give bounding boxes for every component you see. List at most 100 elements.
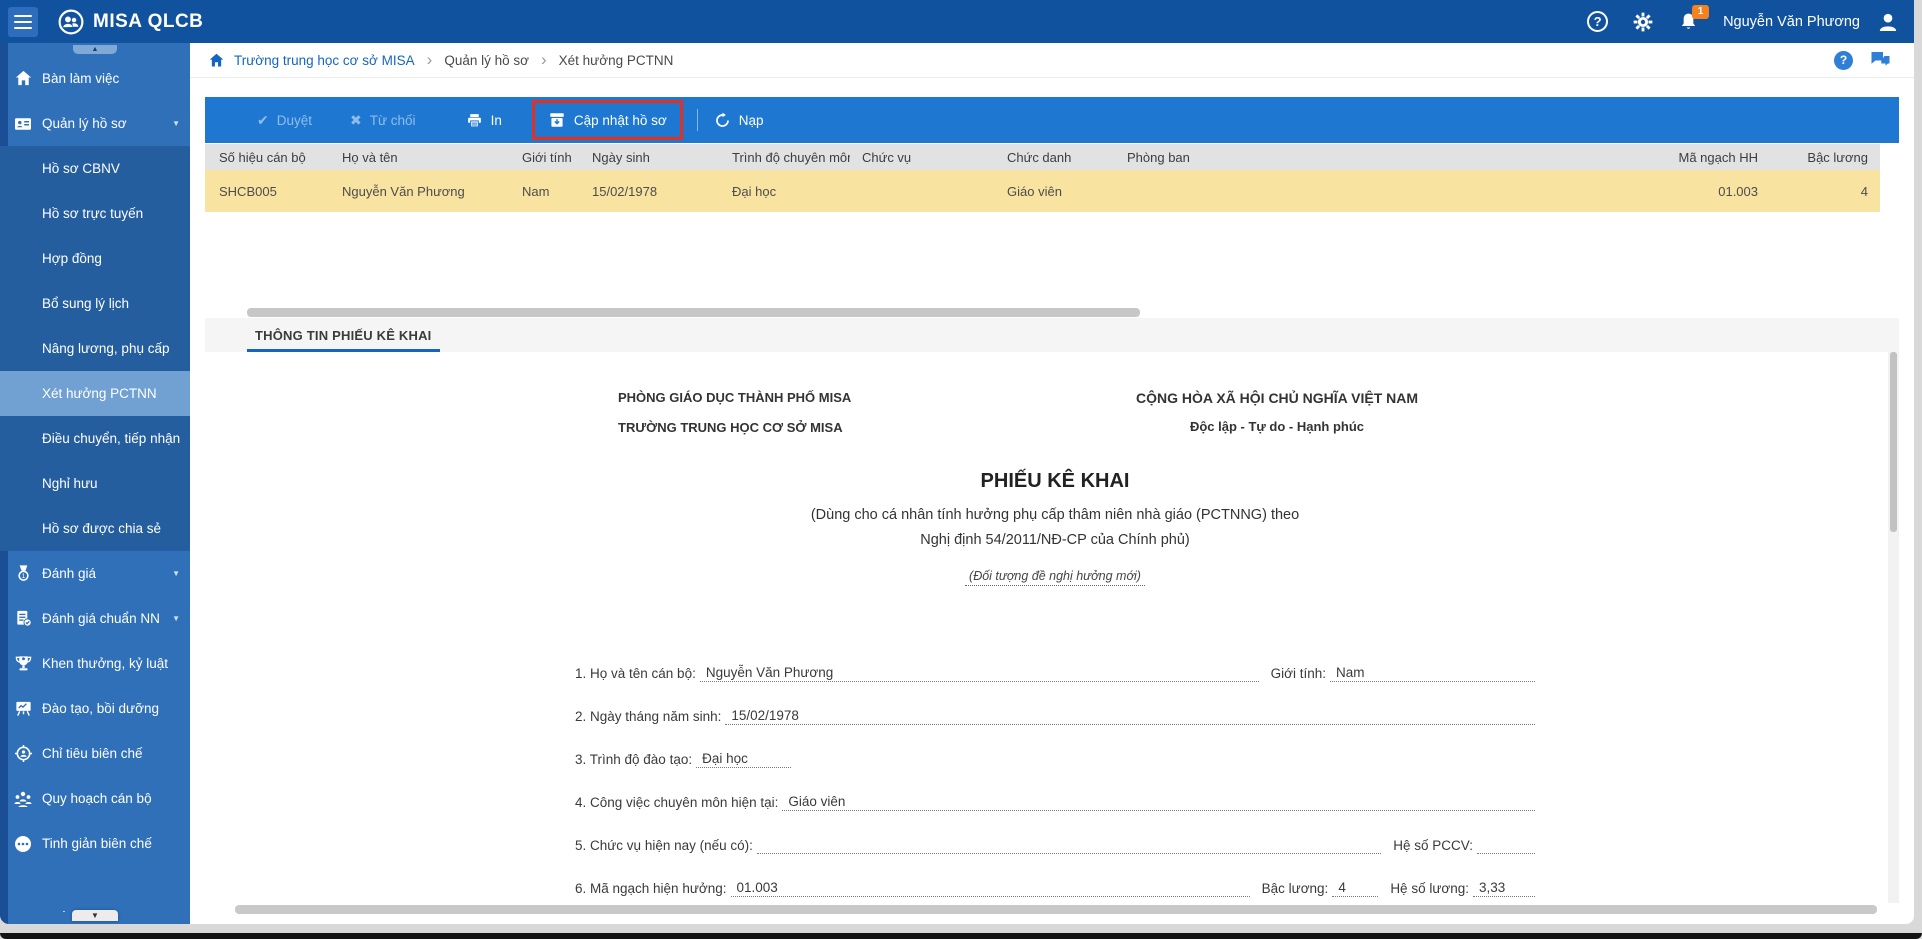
form-row-grade: 6. Mã ngạch hiện hưởng: 01.003 Bậc lương…	[575, 876, 1535, 897]
sidebar-item-danh-gia-chuan-nn[interactable]: Đánh giá chuẩn NN ▼	[0, 596, 190, 641]
grid-header: Số hiệu cán bộ Họ và tên Giới tính Ngày …	[205, 144, 1880, 170]
job-value: Giáo viên	[782, 794, 1535, 811]
tab-thong-tin-phieu-ke-khai[interactable]: THÔNG TIN PHIẾU KÊ KHAI	[247, 318, 440, 352]
svg-text:1: 1	[21, 573, 25, 580]
check-icon: ✔	[257, 113, 269, 127]
window-frame	[0, 933, 1922, 939]
notifications-bell-icon[interactable]: 1	[1678, 11, 1699, 33]
sidebar-item-ban-lam-viec[interactable]: Bàn làm việc	[0, 56, 190, 101]
target-icon	[13, 744, 33, 764]
medal-icon: 1	[13, 564, 33, 584]
sidebar-scroll-up-tab[interactable]: ▲	[73, 45, 117, 54]
update-record-button[interactable]: Cập nhật hồ sơ	[532, 100, 683, 140]
reject-button[interactable]: ✖ Từ chối	[344, 113, 422, 128]
detail-tabstrip: THÔNG TIN PHIẾU KÊ KHAI	[205, 318, 1899, 352]
approve-button[interactable]: ✔ Duyệt	[251, 113, 318, 128]
gender-value: Nam	[1330, 665, 1535, 682]
training-board-icon	[13, 699, 33, 719]
column-header[interactable]: Phòng ban	[1115, 150, 1570, 165]
sidebar-item-danh-gia[interactable]: 1 Đánh giá ▼	[0, 551, 190, 596]
column-header[interactable]: Trình độ chuyên môn	[720, 150, 850, 165]
education-value: Đại học	[696, 751, 791, 768]
sidebar-subitem-ho-so-cbnv[interactable]: Hồ sơ CBNV	[0, 146, 190, 191]
column-header[interactable]: Họ và tên	[330, 150, 510, 165]
sidebar-item-khen-thuong-ky-luat[interactable]: Khen thưởng, kỷ luật	[0, 641, 190, 686]
salary-coef-value: 3,33	[1473, 880, 1535, 897]
document-vertical-scrollbar[interactable]	[1890, 352, 1897, 532]
app-window: MISA QLCB ?	[0, 0, 1922, 939]
print-button[interactable]: In	[460, 112, 508, 129]
sidebar-item-chi-tieu-bien-che[interactable]: Chỉ tiêu biên chế	[0, 731, 190, 776]
archive-download-icon	[548, 111, 566, 129]
salary-level-value: 4	[1332, 880, 1378, 897]
breadcrumb-root-link[interactable]: Trường trung học cơ sở MISA	[234, 53, 415, 68]
breadcrumb-section[interactable]: Quản lý hồ sơ	[444, 53, 529, 68]
sidebar-item-quan-ly-ho-so[interactable]: Quản lý hồ sơ ▼	[0, 101, 190, 146]
cell-bac-luong: 4	[1770, 184, 1880, 199]
refresh-icon	[714, 112, 731, 129]
help-icon[interactable]: ?	[1587, 11, 1608, 32]
user-avatar-icon[interactable]	[1876, 10, 1900, 34]
grid-horizontal-scrollbar[interactable]	[247, 308, 1140, 317]
breadcrumb-separator: ›	[541, 50, 547, 70]
sidebar-subitem-nghi-huu[interactable]: Nghỉ hưu	[0, 461, 190, 506]
breadcrumb: Trường trung học cơ sở MISA › Quản lý hồ…	[190, 43, 1914, 78]
reload-button[interactable]: Nạp	[708, 112, 770, 129]
user-name[interactable]: Nguyễn Văn Phương	[1723, 14, 1860, 30]
sidebar: ▲ Bàn làm việc	[0, 43, 190, 924]
form-row-job: 4. Công việc chuyên môn hiện tại: Giáo v…	[575, 790, 1535, 811]
chat-feedback-icon[interactable]	[1869, 50, 1892, 70]
form-row-dob: 2. Ngày tháng năm sinh: 15/02/1978	[575, 704, 1535, 725]
form-row-name: 1. Họ và tên cán bộ: Nguyễn Văn Phương G…	[575, 661, 1535, 682]
national-motto-block: CỘNG HÒA XÃ HỘI CHỦ NGHĨA VIỆT NAM Độc l…	[1027, 390, 1527, 434]
column-header[interactable]: Giới tính	[510, 150, 580, 165]
issuing-org-block: PHÒNG GIÁO DỤC THÀNH PHỐ MISA TRƯỜNG TRU…	[618, 390, 851, 450]
column-header[interactable]: Số hiệu cán bộ	[205, 150, 330, 165]
cell-chuc-danh: Giáo viên	[995, 184, 1115, 199]
sidebar-item-tinh-gian-bien-che[interactable]: Tinh giản biên chế	[0, 821, 190, 866]
cross-icon: ✖	[350, 113, 362, 127]
sidebar-item-quy-hoach-can-bo[interactable]: Quy hoạch cán bộ	[0, 776, 190, 821]
settings-gear-icon[interactable]	[1632, 11, 1654, 33]
toolbar-divider	[697, 109, 698, 131]
breadcrumb-home-icon[interactable]	[208, 52, 225, 69]
name-value: Nguyễn Văn Phương	[700, 665, 1259, 682]
document-subtitle-line1: (Dùng cho cá nhân tính hưởng phụ cấp thâ…	[575, 507, 1535, 523]
sidebar-subitem-dieu-chuyen-tiep-nhan[interactable]: Điều chuyển, tiếp nhận	[0, 416, 190, 461]
column-header[interactable]: Ngày sinh	[580, 150, 720, 165]
column-header[interactable]: Bậc lương	[1770, 150, 1880, 165]
document-vertical-scrollbar-track	[1888, 352, 1899, 903]
sidebar-subitem-nang-luong-phu-cap[interactable]: Nâng lương, phụ cấp	[0, 326, 190, 371]
declaration-document: PHÒNG GIÁO DỤC THÀNH PHỐ MISA TRƯỜNG TRU…	[205, 352, 1899, 903]
cell-ngay-sinh: 15/02/1978	[580, 184, 720, 199]
trophy-icon	[13, 654, 33, 674]
position-value	[757, 852, 1381, 854]
home-icon	[13, 69, 33, 89]
sidebar-scroll-down-tab[interactable]: ▼	[72, 910, 118, 921]
context-help-icon[interactable]: ?	[1834, 51, 1853, 70]
misa-logo-icon	[58, 9, 84, 35]
column-header[interactable]: Chức danh	[995, 150, 1115, 165]
breadcrumb-page: Xét hưởng PCTNN	[559, 53, 674, 68]
toolbar: ✔ Duyệt ✖ Từ chối In	[205, 97, 1899, 143]
motto-line2: Độc lập - Tự do - Hạnh phúc	[1027, 419, 1527, 434]
sidebar-submenu-quan-ly-ho-so: Hồ sơ CBNV Hồ sơ trực tuyến Hợp đồng Bổ …	[0, 146, 190, 551]
table-row-selected[interactable]: SHCB005 Nguyễn Văn Phương Nam 15/02/1978…	[205, 170, 1880, 212]
sidebar-subitem-bo-sung-ly-lich[interactable]: Bổ sung lý lịch	[0, 281, 190, 326]
hamburger-menu-button[interactable]	[8, 7, 38, 37]
sidebar-subitem-ho-so-truc-tuyen[interactable]: Hồ sơ trực tuyến	[0, 191, 190, 236]
sidebar-subitem-xet-huong-pctnn[interactable]: Xét hưởng PCTNN	[0, 371, 190, 416]
id-card-icon	[13, 114, 33, 134]
app-title: MISA QLCB	[93, 11, 203, 33]
sidebar-subitem-hop-dong[interactable]: Hợp đồng	[0, 236, 190, 281]
document-subtitle-line2: Nghị định 54/2011/NĐ-CP của Chính phủ)	[575, 532, 1535, 548]
column-header[interactable]: Mã ngạch HH	[1570, 150, 1770, 165]
form-row-position: 5. Chức vụ hiện nay (nếu có): Hệ số PCCV…	[575, 833, 1535, 854]
column-header[interactable]: Chức vụ	[850, 150, 995, 165]
sidebar-subitem-ho-so-duoc-chia-se[interactable]: Hồ sơ được chia sẻ	[0, 506, 190, 551]
sidebar-item-dao-tao-boi-duong[interactable]: Đào tạo, bồi dưỡng	[0, 686, 190, 731]
cell-so-hieu-can-bo: SHCB005	[205, 184, 330, 199]
dob-value: 15/02/1978	[725, 708, 1535, 725]
declaration-form: 1. Họ và tên cán bộ: Nguyễn Văn Phương G…	[575, 661, 1535, 919]
document-horizontal-scrollbar[interactable]	[235, 905, 1877, 914]
